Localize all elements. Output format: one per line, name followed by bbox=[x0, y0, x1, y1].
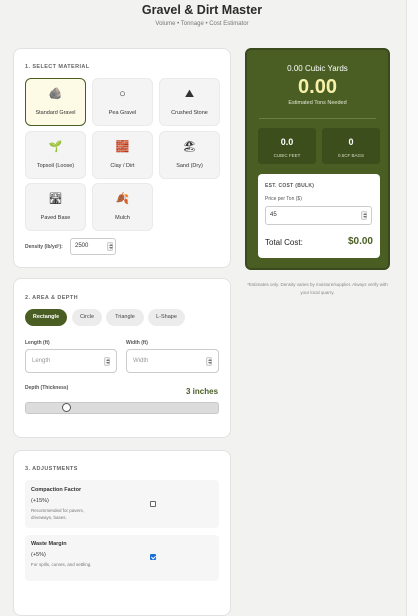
price-value: 45 bbox=[270, 212, 277, 218]
adjustments-card: 3. ADJUSTMENTS bbox=[13, 450, 231, 616]
tons-value: 0.00 bbox=[298, 76, 337, 98]
tab-triangle[interactable]: Triangle bbox=[106, 309, 144, 326]
depth-value: 3 inches bbox=[186, 387, 219, 396]
material-label: Crushed Stone bbox=[171, 110, 208, 116]
material-label: Clay / Dirt bbox=[110, 163, 135, 169]
cubic-feet-label: CUBIC FEET bbox=[273, 153, 301, 158]
bags-value: 0 bbox=[348, 137, 354, 147]
brick-icon: 🧱 bbox=[115, 141, 130, 153]
material-label: Mulch bbox=[115, 215, 130, 221]
length-label: Length (ft) bbox=[25, 340, 50, 346]
page-subtitle: Volume • Tonnage • Cost Estimator bbox=[155, 21, 249, 27]
adjustment-title: Waste Margin bbox=[31, 541, 67, 547]
adjustment-title: Compaction Factor bbox=[31, 487, 82, 493]
width-label: Width (ft) bbox=[126, 340, 148, 346]
material-section-title: 1. SELECT MATERIAL bbox=[25, 64, 90, 70]
area-section-title: 2. AREA & DEPTH bbox=[25, 295, 78, 301]
material-tile-standard-gravel[interactable]: 🪨 Standard Gravel bbox=[25, 78, 86, 126]
cubic-feet-value: 0.0 bbox=[280, 137, 294, 147]
cubic-feet-stat: 0.0 CUBIC FEET bbox=[258, 128, 316, 164]
price-label: Price per Ton ($) bbox=[265, 196, 302, 202]
material-label: Topsoil (Loose) bbox=[36, 163, 75, 169]
cubic-yards-readout: 0.00 Cubic Yards bbox=[287, 64, 348, 73]
waste-checkbox[interactable] bbox=[150, 554, 156, 560]
price-stepper[interactable] bbox=[361, 211, 367, 220]
bags-label: 0.5CF BAGS bbox=[337, 153, 364, 158]
page-title: Gravel & Dirt Master bbox=[141, 3, 263, 17]
density-input[interactable]: 2500 bbox=[70, 238, 116, 255]
sprout-icon: 🌱 bbox=[48, 141, 63, 153]
adjustment-description: For spills, curves, and settling. bbox=[31, 562, 92, 567]
material-label: Pea Gravel bbox=[108, 110, 137, 116]
material-tile-mulch[interactable]: 🍂 Mulch bbox=[92, 183, 153, 231]
mountain-icon: ⛰ bbox=[184, 88, 195, 100]
leaf-icon: 🍂 bbox=[115, 193, 130, 205]
beach-icon: 🏖 bbox=[182, 141, 197, 153]
depth-slider-thumb[interactable] bbox=[62, 403, 71, 412]
material-tile-sand[interactable]: 🏖 Sand (Dry) bbox=[159, 131, 220, 179]
material-card: 1. SELECT MATERIAL 🪨 Standard Gravel ○ P… bbox=[13, 48, 231, 268]
material-label: Standard Gravel bbox=[35, 110, 76, 116]
depth-label: Depth (Thickness) bbox=[25, 385, 69, 391]
material-tile-paved-base[interactable]: 🛣 Paved Base bbox=[25, 183, 86, 231]
cost-box: EST. COST (BULK) Price per Ton ($) 45 To… bbox=[258, 174, 380, 258]
adjustment-percent: (+5%) bbox=[31, 552, 46, 558]
material-tile-topsoil[interactable]: 🌱 Topsoil (Loose) bbox=[25, 131, 86, 179]
disclaimer: *Estimates only. Density varies by moist… bbox=[247, 282, 388, 295]
width-input[interactable]: Width bbox=[126, 349, 219, 373]
circle-icon: ○ bbox=[119, 88, 126, 100]
results-divider bbox=[259, 118, 376, 119]
page-header: Gravel & Dirt Master Volume • Tonnage • … bbox=[0, 0, 404, 27]
adjustment-waste[interactable]: Waste Margin (+5%) For spills, curves, a… bbox=[25, 535, 219, 581]
price-input[interactable]: 45 bbox=[265, 206, 372, 225]
density-label: Density (lb/yd³): bbox=[25, 244, 63, 250]
adjustments-section-title: 3. ADJUSTMENTS bbox=[25, 466, 78, 472]
tab-l-shape[interactable]: L-Shape bbox=[148, 309, 185, 326]
bags-stat: 0 0.5CF BAGS bbox=[322, 128, 380, 164]
density-value: 2500 bbox=[75, 243, 89, 249]
tab-rectangle[interactable]: Rectangle bbox=[25, 309, 67, 326]
gravel-pile-icon: 🪨 bbox=[48, 88, 63, 100]
length-placeholder: Length bbox=[32, 358, 51, 364]
material-label: Sand (Dry) bbox=[176, 163, 203, 169]
tab-circle[interactable]: Circle bbox=[72, 309, 102, 326]
tons-label: Estimated Tons Needed bbox=[288, 100, 347, 106]
adjustment-description: Recommended for pavers, driveways, bases… bbox=[31, 508, 85, 520]
page-scrollbar[interactable] bbox=[406, 0, 418, 616]
adjustment-compaction[interactable]: Compaction Factor (+15%) Recommended for… bbox=[25, 480, 219, 528]
results-panel: 0.00 Cubic Yards 0.00 Estimated Tons Nee… bbox=[245, 48, 390, 270]
total-value: $0.00 bbox=[347, 236, 373, 247]
compaction-checkbox[interactable] bbox=[150, 501, 156, 507]
adjustment-percent: (+15%) bbox=[31, 498, 49, 504]
road-icon: 🛣 bbox=[48, 193, 63, 205]
material-label: Paved Base bbox=[40, 215, 71, 221]
material-tile-crushed-stone[interactable]: ⛰ Crushed Stone bbox=[159, 78, 220, 126]
width-stepper[interactable] bbox=[206, 357, 212, 366]
depth-slider[interactable] bbox=[25, 402, 219, 414]
density-stepper[interactable] bbox=[107, 242, 113, 251]
cost-title: EST. COST (BULK) bbox=[265, 183, 315, 189]
total-label: Total Cost: bbox=[265, 238, 303, 247]
material-tile-pea-gravel[interactable]: ○ Pea Gravel bbox=[92, 78, 153, 126]
length-stepper[interactable] bbox=[104, 357, 110, 366]
length-input[interactable]: Length bbox=[25, 349, 117, 373]
material-tile-clay-dirt[interactable]: 🧱 Clay / Dirt bbox=[92, 131, 153, 179]
width-placeholder: Width bbox=[133, 358, 149, 364]
